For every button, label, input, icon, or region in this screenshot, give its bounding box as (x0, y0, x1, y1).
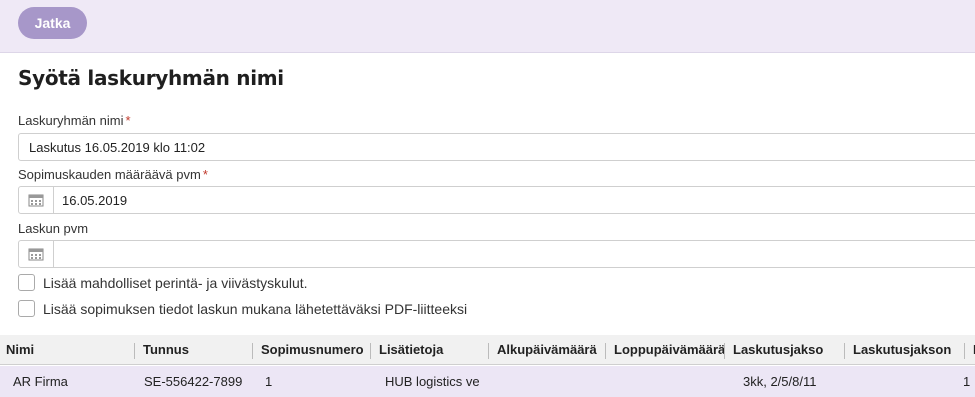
column-header-nimi[interactable]: Nimi (0, 335, 135, 365)
column-title: Loppupäivämäärä (614, 342, 725, 357)
top-toolbar: Jatka (0, 0, 975, 53)
column-title: Nimi (6, 342, 35, 357)
column-header-loppupaivamaara[interactable]: Loppupäivämäärä (606, 335, 725, 365)
column-title: Tunnus (143, 342, 189, 357)
group-name-input[interactable]: Laskutus 16.05.2019 klo 11:02 (18, 133, 975, 161)
cell-loppupaivamaara (614, 366, 719, 397)
fees-checkbox[interactable] (18, 274, 35, 291)
calendar-icon[interactable] (19, 241, 54, 267)
contract-date-input[interactable]: 16.05.2019 (18, 186, 975, 214)
table-header: Nimi Tunnus Sopimusnumero Lisätietoja Al… (0, 335, 975, 365)
cell-sopimusnumero: 1 (265, 374, 273, 389)
invoice-date-label-text: Laskun pvm (18, 221, 89, 236)
contracts-table: Nimi Tunnus Sopimusnumero Lisätietoja Al… (0, 335, 975, 397)
cell-laskutusjakso: 3kk, 2/5/8/11 (743, 374, 817, 389)
cell-tunnus: SE-556422-7899 (144, 374, 243, 389)
column-header-laskutusjakso[interactable]: Laskutusjakso (725, 335, 845, 365)
contract-date-label: Sopimuskauden määräävä pvm * (18, 167, 208, 182)
required-marker: * (202, 167, 208, 182)
page-title: Syötä laskuryhmän nimi (18, 66, 284, 90)
fees-checkbox-row[interactable]: Lisää mahdolliset perintä- ja viivästysk… (18, 274, 308, 291)
group-name-value: Laskutus 16.05.2019 klo 11:02 (29, 139, 206, 155)
invoice-date-input[interactable] (18, 240, 975, 268)
column-title: Alkupäivämäärä (497, 342, 597, 357)
cell-laskutusjakson (853, 366, 958, 397)
column-title: Laskutusjakson (853, 342, 952, 357)
required-marker: * (125, 113, 131, 128)
continue-button[interactable]: Jatka (18, 7, 87, 39)
column-header-laskutusjakson[interactable]: Laskutusjakson (845, 335, 965, 365)
pdf-checkbox-label: Lisää sopimuksen tiedot laskun mukana lä… (43, 300, 468, 317)
column-header-lisatietoja[interactable]: Lisätietoja (371, 335, 489, 365)
group-name-label: Laskuryhmän nimi * (18, 113, 131, 128)
column-header-alkupaivamaara[interactable]: Alkupäivämäärä (489, 335, 606, 365)
contract-date-label-text: Sopimuskauden määräävä pvm (18, 167, 201, 182)
cell-l: 1 (963, 374, 971, 389)
calendar-icon[interactable] (19, 187, 54, 213)
fees-checkbox-label: Lisää mahdolliset perintä- ja viivästysk… (43, 274, 308, 291)
contract-date-value: 16.05.2019 (62, 192, 128, 208)
column-header-l[interactable]: L (965, 335, 975, 365)
cell-alkupaivamaara (497, 366, 602, 397)
cell-nimi: AR Firma (13, 374, 68, 389)
column-title: Lisätietoja (379, 342, 444, 357)
invoice-date-label: Laskun pvm (18, 221, 88, 236)
column-header-sopimusnumero[interactable]: Sopimusnumero (253, 335, 371, 365)
column-title: Sopimusnumero (261, 342, 364, 357)
table-row[interactable]: AR Firma SE-556422-7899 1 HUB logistics … (0, 366, 975, 397)
pdf-checkbox[interactable] (18, 300, 35, 317)
pdf-checkbox-row[interactable]: Lisää sopimuksen tiedot laskun mukana lä… (18, 300, 467, 317)
group-name-label-text: Laskuryhmän nimi (18, 113, 124, 128)
column-header-tunnus[interactable]: Tunnus (135, 335, 253, 365)
column-title: Laskutusjakso (733, 342, 824, 357)
cell-lisatietoja: HUB logistics ve (385, 374, 480, 389)
